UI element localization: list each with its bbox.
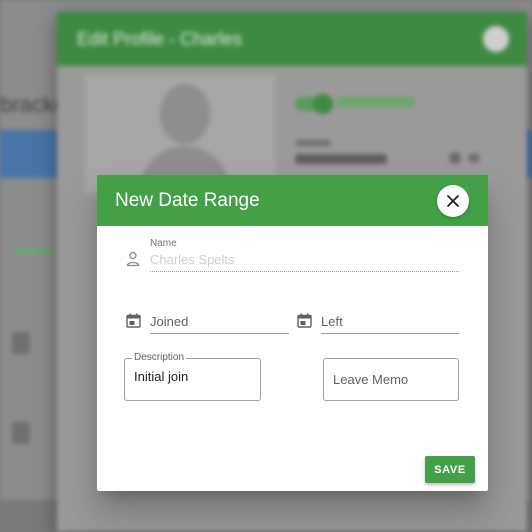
background-account-label bbox=[295, 140, 331, 146]
leave-memo-field[interactable]: Leave Memo bbox=[323, 358, 459, 401]
background-account-value bbox=[295, 154, 387, 164]
new-date-range-dialog: New Date Range Name Description Initial bbox=[97, 175, 488, 491]
background-left-nav-highlight bbox=[0, 130, 60, 178]
description-field[interactable]: Description Initial join bbox=[124, 352, 261, 401]
background-left-icon bbox=[12, 332, 30, 354]
calendar-icon bbox=[297, 313, 312, 328]
background-clear-icon bbox=[449, 152, 461, 164]
joined-date-input[interactable] bbox=[150, 313, 286, 329]
dialog-title: New Date Range bbox=[115, 190, 260, 211]
name-label: Name bbox=[150, 238, 177, 249]
background-profile-header: Edit Profile - Charles bbox=[57, 12, 527, 66]
background-left-link bbox=[14, 248, 54, 254]
description-value: Initial join bbox=[134, 369, 189, 384]
dialog-header: New Date Range bbox=[97, 175, 488, 226]
left-field-underline bbox=[321, 333, 459, 334]
description-label: Description bbox=[132, 352, 187, 364]
background-toggle-label bbox=[337, 97, 415, 107]
joined-field-underline bbox=[150, 333, 289, 334]
background-chevron-down-icon bbox=[469, 154, 479, 162]
calendar-icon bbox=[126, 313, 141, 328]
person-icon bbox=[126, 251, 140, 267]
background-left-icon bbox=[12, 422, 30, 444]
left-date-input[interactable] bbox=[321, 313, 456, 329]
close-button[interactable] bbox=[437, 185, 469, 217]
name-field-underline bbox=[150, 271, 459, 272]
save-button[interactable]: SAVE bbox=[425, 456, 475, 483]
background-close-icon bbox=[483, 26, 509, 52]
close-icon bbox=[447, 195, 459, 207]
avatar-head-shape bbox=[160, 84, 210, 144]
leave-memo-placeholder: Leave Memo bbox=[333, 372, 409, 387]
background-toggle-knob bbox=[313, 94, 333, 114]
name-field[interactable] bbox=[150, 251, 456, 267]
